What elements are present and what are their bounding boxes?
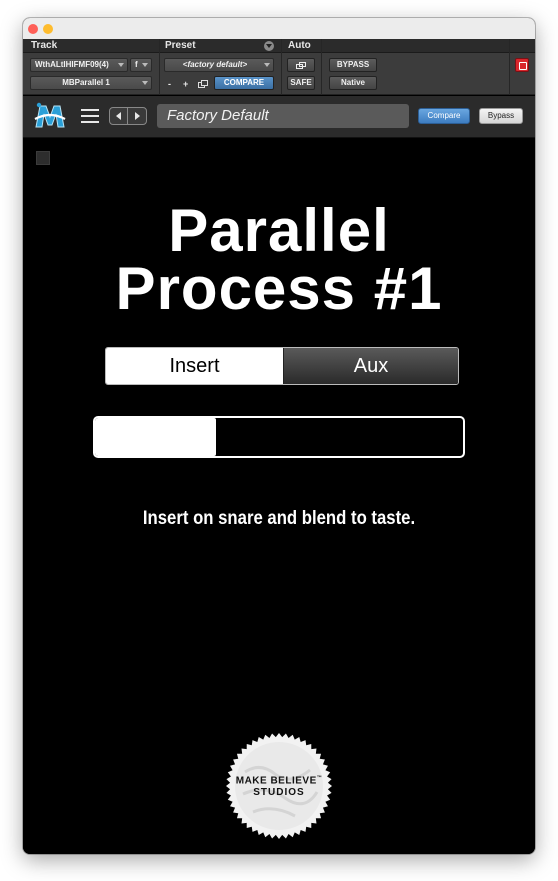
title-bar — [23, 18, 535, 39]
chevron-down-icon — [118, 63, 124, 67]
menu-icon[interactable] — [81, 109, 99, 123]
minimize-window-button[interactable] — [43, 24, 53, 34]
track-name: WthALtIHIFMF09(4) — [35, 60, 109, 69]
title-line-2: Process #1 — [115, 255, 443, 322]
blend-slider[interactable] — [93, 416, 465, 458]
chevron-down-icon — [142, 63, 148, 67]
chevron-left-icon — [116, 112, 121, 120]
description-text: Insert on snare and blend to taste. — [142, 508, 416, 529]
make-believe-studios-seal: MAKE BELIEVE™ STUDIOS — [225, 732, 333, 840]
track-selector[interactable]: WthALtIHIFMF09(4) — [30, 58, 128, 72]
track-letter: f — [135, 60, 138, 69]
bypass-toggle[interactable]: BYPASS — [329, 58, 377, 72]
chevron-down-icon — [264, 63, 270, 67]
make-believe-logo-icon — [34, 102, 66, 128]
plugin-insert-selector[interactable]: MBParallel 1 — [30, 76, 152, 90]
preset-name-field[interactable]: Factory Default — [157, 104, 409, 128]
plugin-window: Track Preset Auto WthALtIHIFMF09(4) f MB… — [23, 18, 535, 854]
plugin-compare-button[interactable]: Compare — [418, 108, 470, 124]
native-dsp-toggle[interactable]: Native — [329, 76, 377, 90]
safe-button[interactable]: SAFE — [287, 76, 315, 90]
close-window-button[interactable] — [28, 24, 38, 34]
preset-selector[interactable]: <factory default> — [164, 58, 274, 72]
compare-button[interactable]: COMPARE — [214, 76, 274, 90]
next-setting-button[interactable]: + — [183, 78, 188, 90]
expand-icon[interactable] — [36, 151, 50, 165]
preset-header: Preset — [165, 40, 196, 51]
previous-preset-button[interactable] — [110, 108, 128, 124]
seal-line-1: MAKE BELIEVE — [235, 775, 317, 787]
previous-setting-button[interactable]: - — [168, 78, 171, 90]
automation-window-button[interactable] — [287, 58, 315, 72]
plugin-bypass-button[interactable]: Bypass — [479, 108, 523, 124]
plugin-body: Parallel Process #1 Insert Aux Insert on… — [23, 139, 535, 854]
title-line-1: Parallel — [168, 197, 390, 264]
header-labels-row: Track Preset Auto — [23, 39, 535, 53]
track-header: Track — [31, 40, 58, 51]
protools-header: Track Preset Auto WthALtIHIFMF09(4) f MB… — [23, 39, 535, 95]
copy-settings-icon[interactable] — [198, 80, 208, 89]
aux-mode-button[interactable]: Aux — [283, 348, 458, 384]
automation-icon — [296, 62, 307, 69]
seal-line-2: STUDIOS — [253, 787, 305, 798]
mode-selector: Insert Aux — [105, 347, 459, 385]
plugin-toolbar: Factory Default Compare Bypass — [23, 96, 535, 138]
next-preset-button[interactable] — [129, 108, 146, 124]
blend-slider-fill — [95, 418, 217, 456]
trademark-mark: ™ — [316, 775, 323, 781]
track-type-selector[interactable]: f — [130, 58, 152, 72]
target-plugin-button[interactable] — [515, 58, 529, 72]
chevron-right-icon — [135, 112, 140, 120]
chevron-down-icon — [142, 81, 148, 85]
preset-menu-icon[interactable] — [264, 41, 274, 51]
plugin-title: Parallel Process #1 — [23, 197, 535, 322]
auto-header: Auto — [288, 40, 311, 51]
plugin-name: MBParallel 1 — [62, 78, 110, 87]
preset-value: <factory default> — [182, 60, 248, 69]
preset-navigation — [109, 107, 147, 125]
insert-mode-button[interactable]: Insert — [106, 348, 283, 384]
